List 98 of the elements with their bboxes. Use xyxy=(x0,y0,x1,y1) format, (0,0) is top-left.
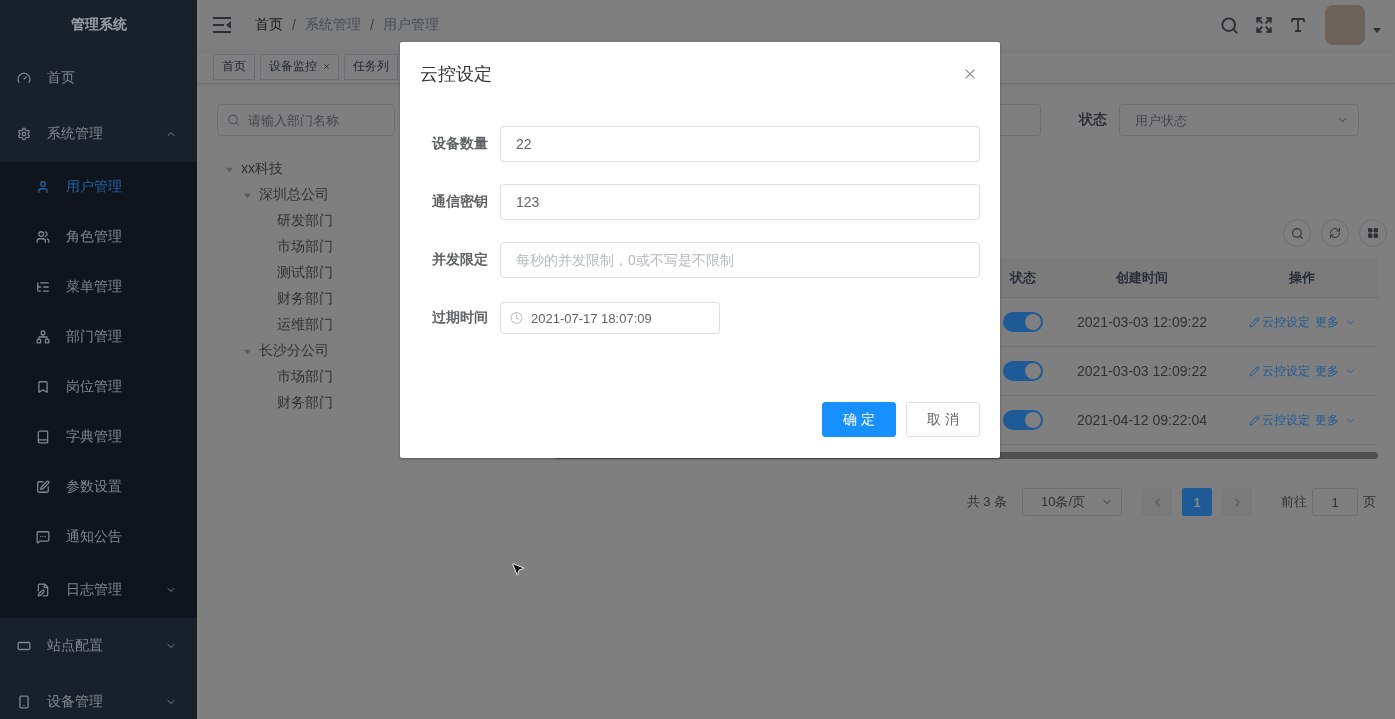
users-icon xyxy=(36,230,50,244)
file-edit-icon xyxy=(36,583,50,597)
avatar-placeholder[interactable] xyxy=(1325,5,1365,45)
confirm-button[interactable]: 确 定 xyxy=(822,402,897,437)
toggle-switch[interactable] xyxy=(1003,361,1043,381)
action-link[interactable]: 更多 xyxy=(1314,411,1356,429)
page-tab[interactable]: 任务列 xyxy=(344,53,398,80)
page-button[interactable]: 1 xyxy=(1182,488,1212,516)
action-link[interactable]: 更多 xyxy=(1314,362,1356,380)
toggle-switch[interactable] xyxy=(1003,410,1043,430)
sidebar-menu-item[interactable]: 字典管理 xyxy=(0,412,197,462)
book-icon xyxy=(36,430,50,444)
text-input-field[interactable]: 22 xyxy=(500,126,980,162)
page-jump-field[interactable]: 1 xyxy=(1312,488,1358,516)
sidebar-menu-item[interactable]: 用户管理 xyxy=(0,162,197,212)
sidebar-menu-item[interactable]: 岗位管理 xyxy=(0,362,197,412)
jump-label: 前往 xyxy=(1281,493,1307,511)
search-icon[interactable] xyxy=(1220,15,1239,35)
caret-icon[interactable] xyxy=(243,191,251,199)
action-link[interactable]: 云控设定 xyxy=(1248,411,1310,429)
action-link[interactable]: 更多 xyxy=(1314,313,1356,331)
action-link[interactable]: 云控设定 xyxy=(1248,362,1310,380)
dialog-title: 云控设定 xyxy=(420,63,492,86)
gear-icon xyxy=(17,127,31,141)
table-cell-text: 2021-04-12 09:22:04 xyxy=(1076,412,1208,428)
close-icon[interactable] xyxy=(323,63,330,70)
tree-node[interactable]: 市场部门 xyxy=(253,364,333,390)
field-label: 并发限定 xyxy=(431,251,489,269)
fullscreen-icon[interactable] xyxy=(1255,16,1273,34)
edit-icon xyxy=(36,480,50,494)
mouse-pointer-icon xyxy=(510,561,526,577)
tree-node[interactable]: 深圳总公司 xyxy=(235,182,329,208)
tree-node[interactable]: 长沙分公司 xyxy=(235,338,329,364)
table-cell-text: 2021-03-03 12:09:22 xyxy=(1076,363,1208,379)
app-title: 管理系统 xyxy=(70,16,127,34)
text-input-field[interactable]: 每秒的并发限制，0或不写是不限制 xyxy=(500,242,980,278)
sidebar-menu-item[interactable]: 通知公告 xyxy=(0,512,197,562)
smartphone-icon xyxy=(17,695,31,709)
total-count: 共 3 条 xyxy=(966,493,1007,511)
tree-node[interactable]: 运维部门 xyxy=(253,312,333,338)
caret-icon[interactable] xyxy=(1373,28,1381,33)
menu-icon[interactable] xyxy=(213,17,231,33)
grid-icon xyxy=(1367,227,1379,239)
text-input-field[interactable]: 123 xyxy=(500,184,980,220)
toggle-switch[interactable] xyxy=(1003,312,1043,332)
table-cell-text: 2021-03-03 12:09:22 xyxy=(1076,314,1208,330)
sidebar-menu-item[interactable]: 菜单管理 xyxy=(0,262,197,312)
page-size-select[interactable]: 10条/页 xyxy=(1022,488,1122,516)
sidebar-menu-item[interactable]: 系统管理 xyxy=(0,106,197,162)
tree-node[interactable]: 财务部门 xyxy=(253,286,333,312)
pencil-icon xyxy=(1248,316,1260,328)
field-label: 设备数量 xyxy=(430,135,489,153)
sidebar-menu-item[interactable]: 参数设置 xyxy=(0,462,197,512)
tree-node[interactable]: xx科技 xyxy=(217,156,283,182)
sidebar-menu-item[interactable]: 设备管理 xyxy=(0,674,197,719)
tree-node[interactable]: 测试部门 xyxy=(253,260,333,286)
tree-node[interactable]: 研发部门 xyxy=(253,208,333,234)
page-tab[interactable]: 首页 xyxy=(213,53,255,80)
field-label: 状态 xyxy=(1077,111,1108,129)
grid-button[interactable] xyxy=(1359,219,1387,247)
search-icon xyxy=(1290,226,1304,240)
sidebar-menu-item[interactable]: 角色管理 xyxy=(0,212,197,262)
sidebar-menu-item[interactable]: 日志管理 xyxy=(0,562,197,618)
breadcrumb-item[interactable]: 首页 xyxy=(255,16,283,34)
refresh-button[interactable] xyxy=(1321,219,1349,247)
field-label: 通信密钥 xyxy=(431,193,489,211)
breadcrumb-separator: / xyxy=(292,17,296,33)
column-header: 状态 xyxy=(1008,268,1037,287)
jump-suffix: 页 xyxy=(1363,493,1376,511)
bookmark-icon xyxy=(36,380,50,394)
caret-icon[interactable] xyxy=(243,347,251,355)
search-button[interactable] xyxy=(1283,219,1311,247)
tree-node[interactable]: 市场部门 xyxy=(253,234,333,260)
column-header: 操作 xyxy=(1288,268,1316,287)
text-size-icon[interactable] xyxy=(1289,16,1307,34)
sidebar-menu-item[interactable]: 站点配置 xyxy=(0,618,197,674)
hierarchy-icon xyxy=(36,330,50,344)
breadcrumb-separator: / xyxy=(369,17,374,33)
list-tree-icon xyxy=(36,280,50,294)
action-link[interactable]: 云控设定 xyxy=(1248,313,1310,331)
page-tab[interactable]: 设备监控 xyxy=(260,53,339,80)
date-time-field[interactable]: 2021-07-17 18:07:09 xyxy=(500,302,720,334)
column-header: 创建时间 xyxy=(1115,268,1169,287)
user-icon xyxy=(36,180,50,194)
search-icon xyxy=(227,113,240,127)
pencil-icon xyxy=(1248,414,1260,426)
tree-node[interactable]: 财务部门 xyxy=(253,390,333,416)
refresh-icon xyxy=(1329,227,1341,239)
sidebar-menu-item[interactable]: 首页 xyxy=(0,50,197,106)
pencil-icon xyxy=(1248,365,1260,377)
caret-icon[interactable] xyxy=(225,165,233,173)
rectangle-icon xyxy=(17,639,31,653)
field-label: 过期时间 xyxy=(431,309,489,327)
sidebar-menu-item[interactable]: 部门管理 xyxy=(0,312,197,362)
gauge-icon xyxy=(17,71,31,85)
chat-bubble-icon xyxy=(36,530,50,544)
cancel-button[interactable]: 取 消 xyxy=(906,402,980,437)
clock-icon xyxy=(510,311,523,325)
